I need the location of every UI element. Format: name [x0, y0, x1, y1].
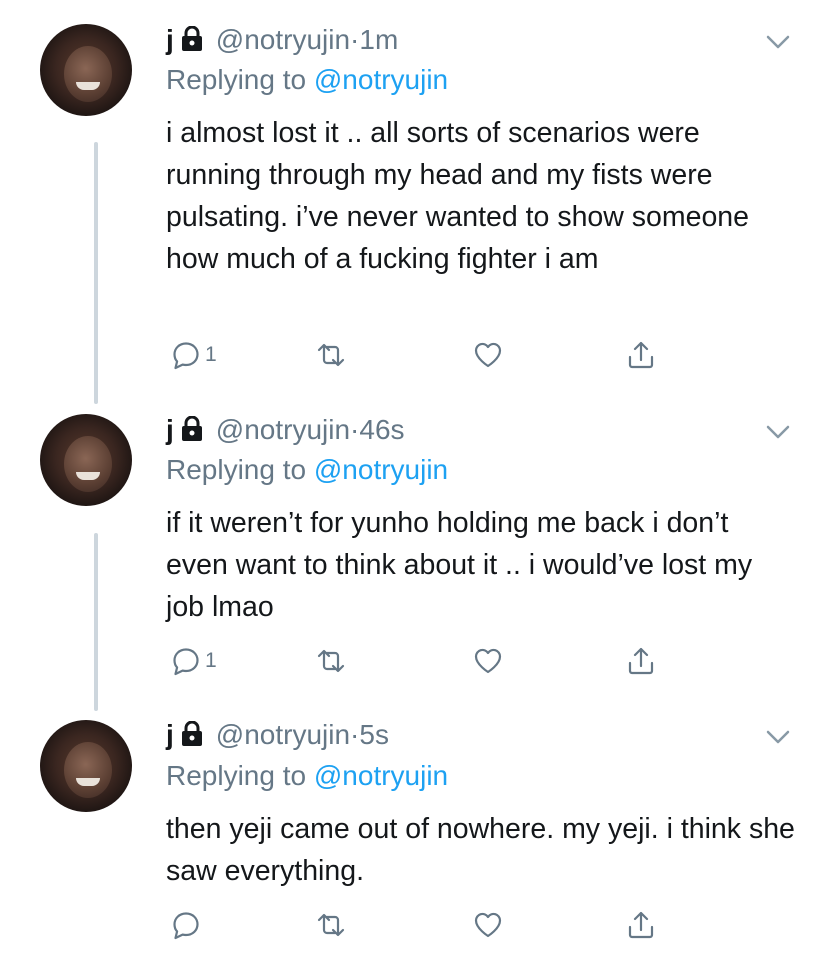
tweet[interactable]: j @notryujin · 5s Replying to @notryujin…	[0, 710, 828, 957]
share-icon	[628, 647, 654, 675]
separator: ·	[350, 719, 360, 750]
reply-icon	[173, 648, 199, 676]
reply-icon	[173, 912, 199, 940]
retweet-icon	[317, 913, 345, 937]
like-button[interactable]	[473, 908, 503, 942]
share-button[interactable]	[626, 644, 656, 678]
replying-label: Replying to	[166, 454, 314, 485]
separator: ·	[350, 414, 360, 445]
tweet-header: j @notryujin · 1m	[166, 22, 398, 58]
chevron-down-icon[interactable]	[766, 729, 790, 745]
chevron-down-icon[interactable]	[766, 34, 790, 50]
reply-button[interactable]: 1	[171, 644, 217, 678]
lock-icon	[181, 416, 202, 441]
reply-count: 1	[205, 649, 217, 672]
timestamp[interactable]: 46s	[359, 414, 404, 446]
replying-label: Replying to	[166, 760, 314, 791]
heart-icon	[474, 342, 502, 368]
tweet-header: j @notryujin · 46s	[166, 412, 405, 448]
share-button[interactable]	[626, 908, 656, 942]
tweet-actions: 1	[166, 338, 686, 372]
timestamp[interactable]: 1m	[359, 24, 398, 56]
share-button[interactable]	[626, 338, 656, 372]
tweet-text: then yeji came out of nowhere. my yeji. …	[166, 813, 795, 887]
share-icon	[628, 341, 654, 369]
tweet-text: i almost lost it .. all sorts of scenari…	[166, 117, 750, 275]
avatar[interactable]	[40, 720, 132, 812]
reply-button[interactable]: 1	[171, 338, 217, 372]
display-name[interactable]: j	[166, 414, 174, 446]
replying-to: Replying to @notryujin	[166, 454, 448, 486]
mention-link[interactable]: @notryujin	[314, 454, 448, 485]
replying-to: Replying to @notryujin	[166, 760, 448, 792]
timestamp[interactable]: 5s	[359, 719, 389, 751]
reply-button[interactable]	[171, 908, 205, 942]
avatar[interactable]	[40, 24, 132, 116]
like-button[interactable]	[473, 338, 503, 372]
tweet[interactable]: j @notryujin · 46s Replying to @notryuji…	[0, 400, 828, 710]
chevron-down-icon[interactable]	[766, 424, 790, 440]
tweet[interactable]: j @notryujin · 1m Replying to @notryujin…	[0, 0, 828, 400]
heart-icon	[474, 648, 502, 674]
tweet-actions	[166, 908, 686, 942]
replying-label: Replying to	[166, 64, 314, 95]
avatar[interactable]	[40, 414, 132, 506]
lock-icon	[181, 26, 202, 51]
display-name[interactable]: j	[166, 719, 174, 751]
retweet-icon	[317, 343, 345, 367]
heart-icon	[474, 912, 502, 938]
handle[interactable]: @notryujin	[216, 24, 350, 56]
tweet-text: if it weren’t for yunho holding me back …	[166, 507, 753, 623]
retweet-button[interactable]	[316, 644, 346, 678]
mention-link[interactable]: @notryujin	[314, 64, 448, 95]
display-name[interactable]: j	[166, 24, 174, 56]
share-icon	[628, 911, 654, 939]
retweet-button[interactable]	[316, 338, 346, 372]
replying-to: Replying to @notryujin	[166, 64, 448, 96]
like-button[interactable]	[473, 644, 503, 678]
tweet-actions: 1	[166, 644, 686, 678]
lock-icon	[181, 721, 202, 746]
retweet-icon	[317, 649, 345, 673]
tweet-header: j @notryujin · 5s	[166, 717, 389, 753]
separator: ·	[350, 24, 360, 55]
mention-link[interactable]: @notryujin	[314, 760, 448, 791]
handle[interactable]: @notryujin	[216, 414, 350, 446]
reply-icon	[173, 342, 199, 370]
reply-count: 1	[205, 343, 217, 366]
retweet-button[interactable]	[316, 908, 346, 942]
handle[interactable]: @notryujin	[216, 719, 350, 751]
